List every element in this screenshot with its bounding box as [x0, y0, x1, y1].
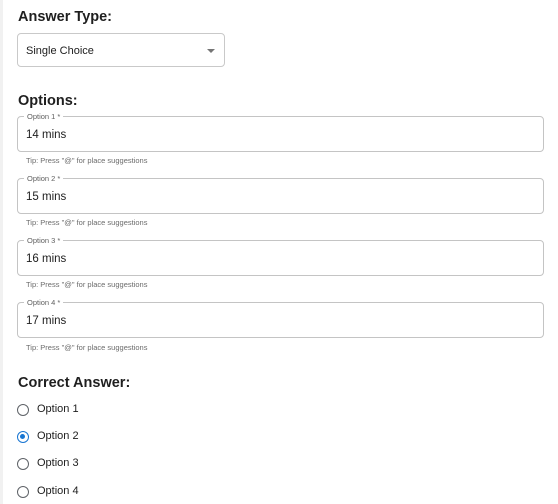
option-3-value[interactable]: 16 mins: [26, 253, 66, 265]
option-1-label: Option 1 *: [24, 112, 64, 121]
option-1-tip: Tip: Press "@" for place suggestions: [26, 156, 148, 165]
option-4-label: Option 4 *: [24, 298, 64, 307]
answer-type-selected-value: Single Choice: [26, 45, 94, 57]
radio-button-icon[interactable]: [17, 486, 29, 498]
left-divider: [0, 0, 3, 504]
radio-button-icon[interactable]: [17, 458, 29, 470]
radio-button-checked-icon[interactable]: [17, 431, 29, 443]
answer-type-title: Answer Type:: [18, 9, 113, 25]
option-3-label: Option 3 *: [24, 236, 64, 245]
arrow-drop-down-icon: [207, 49, 215, 53]
options-title: Options:: [18, 93, 78, 109]
option-3-field[interactable]: Option 3 * 16 mins: [17, 236, 544, 276]
correct-answer-option-1-label: Option 1: [37, 403, 79, 415]
option-3-tip: Tip: Press "@" for place suggestions: [26, 280, 148, 289]
option-2-tip: Tip: Press "@" for place suggestions: [26, 218, 148, 227]
option-2-value[interactable]: 15 mins: [26, 191, 66, 203]
correct-answer-option-4-label: Option 4: [37, 485, 79, 497]
correct-answer-option-2-label: Option 2: [37, 430, 79, 442]
option-4-value[interactable]: 17 mins: [26, 315, 66, 327]
answer-type-select[interactable]: Single Choice: [17, 33, 225, 67]
option-1-field[interactable]: Option 1 * 14 mins: [17, 112, 544, 152]
option-2-field[interactable]: Option 2 * 15 mins: [17, 174, 544, 214]
option-1-value[interactable]: 14 mins: [26, 129, 66, 141]
option-2-label: Option 2 *: [24, 174, 64, 183]
correct-answer-title: Correct Answer:: [18, 375, 131, 391]
option-4-field[interactable]: Option 4 * 17 mins: [17, 298, 544, 338]
correct-answer-option-3-label: Option 3: [37, 457, 79, 469]
option-4-tip: Tip: Press "@" for place suggestions: [26, 343, 148, 352]
radio-button-icon[interactable]: [17, 404, 29, 416]
